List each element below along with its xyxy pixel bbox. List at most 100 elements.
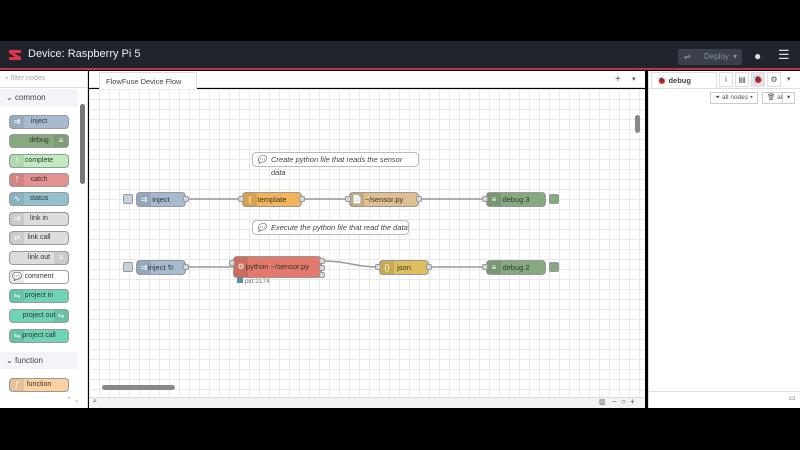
palette-node-project-in[interactable]: ⇋ project in: [9, 289, 69, 303]
collapse-buttons[interactable]: ⌃ ⌄: [66, 396, 80, 404]
input-port[interactable]: [482, 196, 488, 202]
palette-node-project-out[interactable]: ⇋ project out: [9, 309, 69, 323]
flow-node[interactable]: {template: [242, 192, 302, 207]
output-port[interactable]: [183, 196, 189, 202]
zoom-out-icon[interactable]: −: [612, 397, 617, 406]
inject-button[interactable]: [123, 262, 133, 272]
output-port[interactable]: [426, 264, 432, 270]
input-port[interactable]: [375, 264, 381, 270]
output-port[interactable]: [416, 196, 422, 202]
node-icon: ⇉: [137, 261, 151, 274]
chevron-down-icon[interactable]: ▾: [787, 75, 791, 83]
node-icon: ≡: [54, 252, 68, 264]
node-icon: {}: [380, 261, 394, 274]
palette-node-comment[interactable]: 💬 comment: [9, 270, 69, 284]
search-icon[interactable]: ⌕: [93, 398, 97, 406]
palette-node-debug[interactable]: ≡ debug: [9, 134, 69, 148]
category-common[interactable]: ⌄ common: [0, 89, 78, 106]
palette-node-inject[interactable]: ⇉ inject: [9, 115, 69, 129]
deploy-button[interactable]: ⇌ Deploy ▾: [678, 49, 742, 65]
divider: [649, 391, 800, 392]
flow-node[interactable]: ≡ debug 2: [486, 260, 546, 275]
menu-icon[interactable]: ☰: [778, 47, 790, 63]
horizontal-scrollbar[interactable]: [102, 385, 175, 390]
vertical-scrollbar[interactable]: [635, 115, 640, 133]
input-port[interactable]: [345, 196, 351, 202]
input-port[interactable]: [238, 196, 244, 202]
node-label: debug: [29, 137, 49, 144]
chevron-down-icon: ▾: [732, 52, 737, 61]
tab-flowfuse-device-flow[interactable]: FlowFuse Device Flow: [99, 72, 197, 89]
palette-node-complete[interactable]: ! complete: [9, 154, 69, 168]
input-port[interactable]: [229, 260, 235, 266]
inject-button[interactable]: [123, 194, 133, 204]
palette-node-project-call[interactable]: ⇋ project call: [9, 329, 69, 343]
palette-node-link-in[interactable]: ⇉ link in: [9, 212, 69, 226]
filter-nodes-input[interactable]: ⌕ filter nodes: [0, 71, 88, 88]
output-port[interactable]: [319, 265, 325, 271]
help-icon[interactable]: ▤: [735, 72, 749, 87]
filter-placeholder: filter nodes: [10, 75, 46, 82]
status-text: pid:2174: [244, 278, 270, 285]
flow-node[interactable]: ≡ debug 3: [486, 192, 546, 207]
deploy-icon: ⇌: [684, 52, 691, 61]
comment-node[interactable]: 💬 Execute the python file that read the d…: [252, 220, 409, 235]
palette-node-link-out[interactable]: ≡ link out: [9, 251, 69, 265]
palette-node-catch[interactable]: ! catch: [9, 173, 69, 187]
canvas-footer: ⌕ ▥ − ○ +: [89, 397, 645, 408]
wire: [321, 260, 380, 268]
flow-node[interactable]: ⇉ inject ↻: [136, 260, 186, 275]
node-icon: ≡: [487, 261, 501, 274]
node-label: project out: [22, 312, 56, 319]
output-port[interactable]: [319, 272, 325, 278]
node-label: complete: [24, 157, 54, 164]
node-label: project in: [24, 292, 54, 299]
flow-node[interactable]: 📄 ~/sensor.py: [349, 192, 419, 207]
category-function[interactable]: ⌄ function: [0, 352, 78, 369]
node-label: link in: [30, 215, 48, 222]
zoom-in-icon[interactable]: +: [630, 397, 635, 406]
palette-node-function[interactable]: ƒ function: [9, 378, 69, 392]
node-label: debug 2: [502, 263, 530, 272]
gear-icon[interactable]: ⚙: [767, 72, 781, 87]
output-port[interactable]: [319, 258, 325, 264]
flow-node[interactable]: ⇉ inject: [136, 192, 186, 207]
palette-node-link-call[interactable]: ⇄ link call: [9, 231, 69, 245]
map-icon[interactable]: ▥: [599, 398, 606, 406]
output-port[interactable]: [299, 196, 305, 202]
node-icon: ⇋: [10, 330, 24, 342]
flow-node[interactable]: ⚙ python ~/sensor.py: [233, 256, 322, 278]
deploy-label: Deploy: [704, 52, 729, 61]
node-icon: {: [243, 193, 257, 206]
debug-toggle-button[interactable]: [549, 194, 559, 204]
tab-debug[interactable]: 🐞 debug: [651, 72, 717, 88]
node-label: inject: [152, 195, 170, 204]
debug-icon[interactable]: 🐞: [751, 72, 765, 87]
add-tab-icon[interactable]: +: [615, 74, 621, 85]
output-port[interactable]: [183, 264, 189, 270]
workspace-tabs: FlowFuse Device Flow + ▾: [89, 71, 645, 89]
comment-icon: 💬: [257, 223, 267, 232]
filter-label: all nodes: [722, 94, 749, 101]
zoom-reset-icon[interactable]: ○: [621, 397, 626, 406]
flow-node[interactable]: {} json: [379, 260, 429, 275]
node-icon: ⇋: [10, 290, 24, 302]
user-icon[interactable]: ●: [754, 49, 761, 63]
sidebar: 🐞 debug i ▤ 🐞 ⚙ ▾ ⏷ all nodes ▾ 🗑 all ▾ …: [648, 71, 800, 408]
monitor-icon[interactable]: ▭: [789, 394, 796, 402]
node-label: status: [29, 195, 49, 202]
node-icon: !: [10, 174, 24, 186]
node-icon: ⇉: [137, 193, 151, 206]
debug-toggle-button[interactable]: [549, 262, 559, 272]
comment-node[interactable]: 💬 Create python file that reads the senso…: [252, 152, 419, 177]
tab-menu-icon[interactable]: ▾: [632, 75, 636, 83]
input-port[interactable]: [482, 264, 488, 270]
info-icon[interactable]: i: [719, 72, 733, 87]
flow-canvas[interactable]: 💬 Create python file that reads the senso…: [89, 89, 645, 397]
palette-scrollbar[interactable]: [80, 104, 85, 184]
filter-nodes-dropdown[interactable]: ⏷ all nodes ▾: [710, 92, 759, 104]
node-label: debug 3: [502, 195, 530, 204]
palette-node-status[interactable]: ∿ status: [9, 192, 69, 206]
node-status: pid:2174: [237, 277, 270, 285]
clear-dropdown[interactable]: ▾: [782, 92, 796, 104]
